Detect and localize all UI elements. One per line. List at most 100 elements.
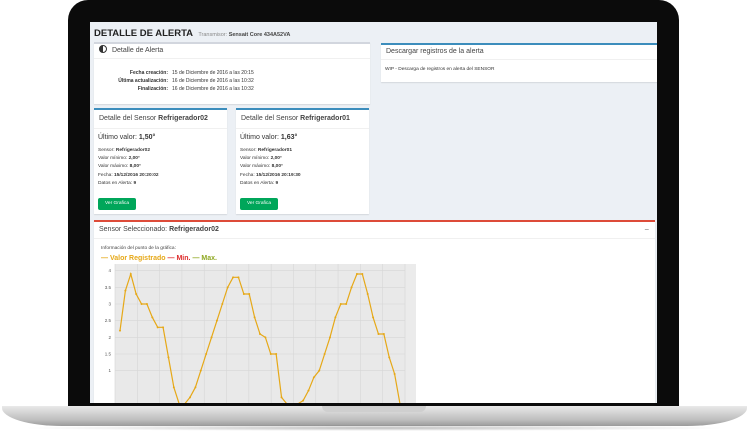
data-point	[145, 303, 148, 305]
y-tick-label: 3.5	[105, 285, 112, 290]
laptop-shadow	[20, 425, 729, 431]
data-point	[334, 316, 337, 319]
data-point	[119, 329, 121, 332]
page-title: DETALLE DE ALERTA Transmisor: Sensait Co…	[94, 28, 290, 39]
data-point	[221, 303, 224, 305]
data-point	[307, 389, 310, 392]
data-point	[151, 316, 154, 319]
selected-sensor-header: Sensor Seleccionado: Refrigerador02 −	[94, 222, 655, 239]
data-point	[156, 326, 159, 329]
data-point	[259, 333, 261, 335]
data-point	[129, 273, 132, 275]
selected-sensor-box: Sensor Seleccionado: Refrigerador02 − In…	[94, 220, 655, 403]
data-point	[345, 303, 348, 305]
alert-detail-title: Detalle de Alerta	[111, 47, 164, 54]
data-point	[215, 319, 218, 322]
sensor-2-count-row: Datos en Alerta: 9	[240, 180, 279, 186]
data-point	[372, 316, 375, 319]
data-point	[275, 353, 278, 355]
alert-row-finished: Finalización: 16 de Diciembre de 2016 a l…	[137, 86, 254, 92]
legend-recorded: — Valor Registrado	[101, 255, 166, 262]
sensor-1-name: Refrigerador02	[158, 115, 208, 122]
legend-min: — Min.	[167, 255, 191, 262]
data-point	[280, 396, 283, 399]
screen: DETALLE DE ALERTA Transmisor: Sensait Co…	[90, 22, 657, 403]
data-point	[323, 353, 326, 355]
sensor-2-name: Refrigerador01	[300, 115, 350, 122]
download-title: Descargar registros de la alerta	[386, 48, 484, 55]
y-tick-label: 1.5	[105, 352, 112, 357]
data-point	[302, 399, 305, 402]
laptop-notch	[322, 406, 426, 412]
data-point	[388, 356, 391, 359]
data-point	[135, 293, 138, 295]
sensor-2-header: Detalle del Sensor Refrigerador01	[236, 110, 369, 129]
data-point	[318, 369, 321, 372]
view-chart-button-1[interactable]: Ver Grafica	[98, 198, 136, 210]
sensor-2-name-row: Sensor: Refrigerador01	[240, 148, 293, 153]
data-point	[264, 336, 267, 339]
data-point	[162, 326, 165, 329]
download-header: Descargar registros de la alerta	[381, 45, 657, 60]
transmitter-value: Sensait Core 434A52VA	[228, 32, 291, 38]
data-point	[312, 376, 315, 379]
data-point	[355, 273, 358, 275]
page-title-text: DETALLE DE ALERTA	[94, 28, 193, 39]
data-point	[172, 386, 175, 389]
adjust-icon	[99, 45, 107, 53]
page-subtitle: Transmisor: Sensait Core 434A52VA	[198, 32, 290, 38]
data-point	[382, 333, 385, 335]
data-point	[199, 369, 202, 372]
data-point	[248, 293, 251, 295]
sensor-box-1: Detalle del Sensor Refrigerador02 Último…	[94, 108, 227, 214]
data-point	[189, 396, 191, 399]
legend-max: — Max.	[192, 255, 217, 262]
sensor-1-max-row: Valor máximo: 8,00°	[98, 164, 141, 170]
data-point	[361, 273, 364, 275]
sensor-2-min-row: Valor mínimo: 2,00°	[240, 156, 282, 162]
data-point	[124, 289, 127, 292]
alert-detail-rows: Fecha creación: 15 de Diciembre de 2016 a…	[100, 69, 254, 93]
download-text: WIP - Descarga de registros en alerta de…	[385, 67, 495, 72]
data-point	[226, 286, 229, 289]
alert-row-updated: Última actualización: 16 de Diciembre de …	[118, 78, 254, 84]
view-chart-button-2[interactable]: Ver Grafica	[240, 198, 278, 210]
data-point	[366, 293, 369, 295]
y-tick-label: 2.5	[105, 318, 112, 323]
chart-info-text: Información del punto de la gráfica:	[101, 246, 176, 251]
alert-detail-box: Detalle de Alerta Fecha creación: 15 de D…	[94, 42, 370, 104]
chart-legend: — Valor Registrado — Min. — Max.	[101, 255, 217, 262]
sensor-2-date-row: Fecha: 15/12/2016 20:19:30	[240, 172, 301, 178]
data-point	[210, 336, 213, 339]
collapse-button[interactable]: −	[644, 222, 649, 238]
download-box: Descargar registros de la alerta WIP - D…	[381, 43, 657, 82]
data-point	[269, 353, 272, 355]
data-point	[140, 303, 143, 305]
sensor-2-details: Sensor: Refrigerador01 Valor mínimo: 2,0…	[240, 147, 301, 188]
data-point	[339, 303, 342, 305]
chart-svg: 43.532.521.51	[101, 264, 406, 403]
data-point	[205, 353, 208, 355]
sensor-1-date-row: Fecha: 15/12/2016 20:20:02	[98, 172, 159, 178]
data-point	[377, 333, 380, 335]
sensor-2-max-row: Valor máximo: 8,00°	[240, 164, 283, 170]
data-point	[242, 293, 245, 295]
data-point	[237, 276, 240, 279]
data-point	[329, 336, 331, 339]
data-point	[167, 356, 170, 359]
selected-sensor-name: Refrigerador02	[169, 226, 219, 233]
sensor-1-details: Sensor: Refrigerador02 Valor mínimo: 2,0…	[98, 147, 159, 188]
sensor-1-min-row: Valor mínimo: 2,00°	[98, 156, 140, 162]
data-point	[194, 386, 197, 389]
data-point	[350, 286, 353, 289]
sensor-2-last-value: Último valor: 1,63°	[240, 134, 298, 141]
alert-row-created: Fecha creación: 15 de Diciembre de 2016 a…	[129, 70, 254, 76]
chart-plot: 4 3.5 3 2.5 2 1.5 1	[101, 264, 416, 403]
transmitter-label: Transmisor:	[198, 32, 228, 38]
sensor-1-header: Detalle del Sensor Refrigerador02	[94, 110, 227, 129]
sensor-1-count-row: Datos en Alerta: 9	[98, 180, 137, 186]
alert-detail-header: Detalle de Alerta	[94, 44, 370, 59]
data-point	[393, 373, 396, 375]
data-point	[253, 316, 256, 319]
sensor-box-2: Detalle del Sensor Refrigerador01 Último…	[236, 108, 369, 214]
